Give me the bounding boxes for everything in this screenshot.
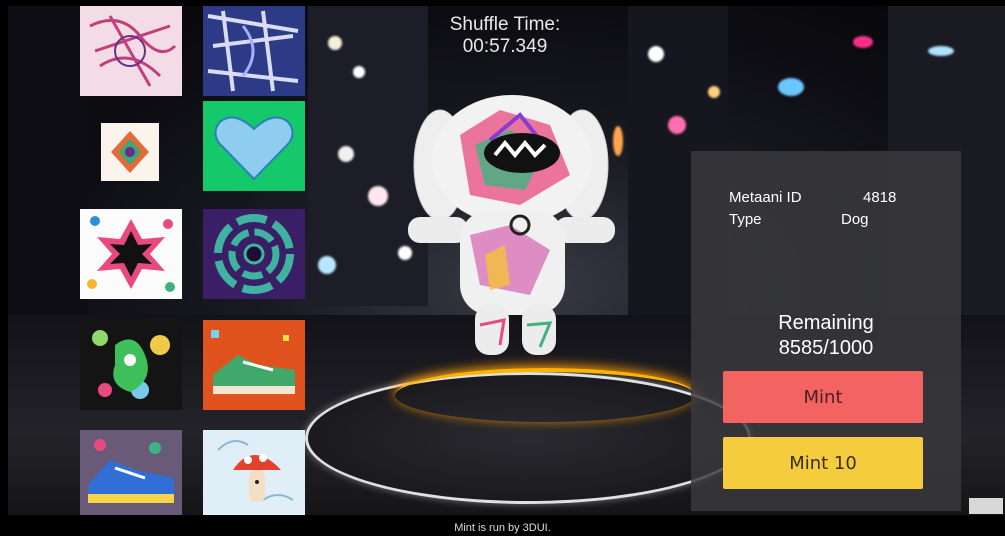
shuffle-label: Shuffle Time: xyxy=(449,14,561,35)
abstract-pink-art-icon xyxy=(80,6,182,96)
geometric-pendant-art-icon xyxy=(101,123,159,181)
sneaker-orange-art-icon xyxy=(203,320,305,410)
bokeh-light xyxy=(778,78,804,96)
abstract-blue-art-icon xyxy=(203,6,305,96)
nft-card[interactable] xyxy=(203,6,305,96)
bokeh-light xyxy=(368,186,388,206)
dog-character xyxy=(408,95,615,355)
bokeh-light xyxy=(853,36,873,48)
nft-card[interactable] xyxy=(80,320,182,410)
metaani-id-value: 4818 xyxy=(863,189,897,206)
mint-button[interactable]: Mint xyxy=(723,371,923,423)
bokeh-light xyxy=(668,116,686,134)
type-value: Dog xyxy=(841,211,869,228)
shuffle-timer: Shuffle Time: 00:57.349 xyxy=(405,14,605,58)
bokeh-light xyxy=(318,256,336,274)
nft-card[interactable] xyxy=(203,101,305,191)
nft-card[interactable] xyxy=(203,209,305,299)
shuffle-time-value: 00:57.349 xyxy=(462,36,548,57)
dotted-star-art-icon xyxy=(80,209,182,299)
nft-card[interactable] xyxy=(101,123,159,181)
bokeh-light xyxy=(928,46,954,56)
footer-credit: Mint is run by 3DUI. xyxy=(454,522,551,534)
heart-art-icon xyxy=(203,101,305,191)
mushroom-art-icon xyxy=(203,430,305,515)
bokeh-light xyxy=(708,86,720,98)
metaani-id-label: Metaani ID xyxy=(729,189,802,206)
building-left xyxy=(8,6,88,336)
bokeh-light xyxy=(338,146,354,162)
nft-card[interactable] xyxy=(80,6,182,96)
corner-widget xyxy=(969,498,1003,514)
mint-info-panel: Metaani ID 4818 Type Dog Remaining 8585/… xyxy=(691,151,961,511)
nft-card[interactable] xyxy=(80,430,182,515)
mint-10-button[interactable]: Mint 10 xyxy=(723,437,923,489)
green-bubble-art-icon xyxy=(80,320,182,410)
remaining-count: 8585/1000 xyxy=(778,337,874,359)
nft-card[interactable] xyxy=(203,430,305,515)
concentric-rings-art-icon xyxy=(203,209,305,299)
bokeh-light xyxy=(353,66,365,78)
nft-card[interactable] xyxy=(80,209,182,299)
stage-glow-ring xyxy=(395,368,695,422)
remaining-label: Remaining xyxy=(778,312,874,334)
type-label: Type xyxy=(729,211,762,228)
bokeh-light xyxy=(328,36,342,50)
blue-sneaker-art-icon xyxy=(80,430,182,515)
bokeh-light xyxy=(648,46,664,62)
nft-card[interactable] xyxy=(203,320,305,410)
